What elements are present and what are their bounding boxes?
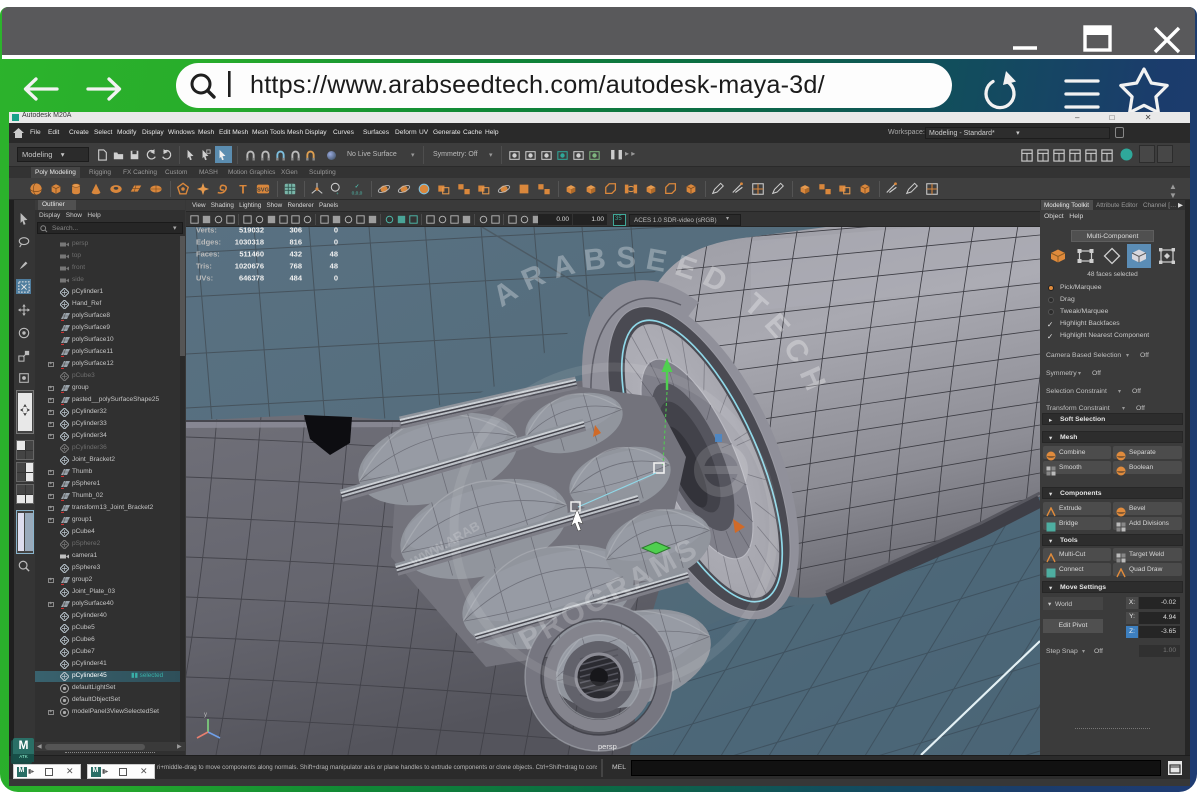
svg-text:T: T	[239, 182, 247, 196]
svg-text:✓: ✓	[355, 184, 359, 190]
svg-text:Faces:: Faces:	[196, 250, 220, 259]
svg-text:persp: persp	[598, 742, 617, 751]
svg-text:0,0,0: 0,0,0	[352, 190, 363, 196]
svg-text:1030318: 1030318	[235, 238, 264, 247]
svg-text:768: 768	[289, 262, 302, 271]
svg-text:Tris:: Tris:	[196, 262, 212, 271]
svg-text:432: 432	[289, 250, 302, 259]
svg-text:0: 0	[334, 238, 338, 247]
svg-text:0: 0	[334, 274, 338, 283]
svg-text:Verts:: Verts:	[196, 227, 217, 235]
svg-text:306: 306	[289, 227, 302, 235]
svg-text:511460: 511460	[239, 250, 264, 259]
svg-text:0: 0	[334, 227, 338, 235]
svg-text:519032: 519032	[239, 227, 264, 235]
svg-text:816: 816	[289, 238, 302, 247]
svg-text:https://www.arabseedtech.com/a: https://www.arabseedtech.com/autodesk-ma…	[250, 71, 825, 99]
svg-text:48: 48	[330, 262, 338, 271]
svg-text:48: 48	[330, 250, 338, 259]
svg-text:484: 484	[289, 274, 302, 283]
svg-text:646378: 646378	[239, 274, 264, 283]
svg-text:Edges:: Edges:	[196, 238, 221, 247]
svg-text:+: +	[336, 191, 339, 196]
svg-text:y: y	[204, 712, 207, 718]
svg-text:SVG: SVG	[257, 188, 270, 194]
svg-text:UVs:: UVs:	[196, 274, 213, 283]
svg-text:1020676: 1020676	[235, 262, 264, 271]
